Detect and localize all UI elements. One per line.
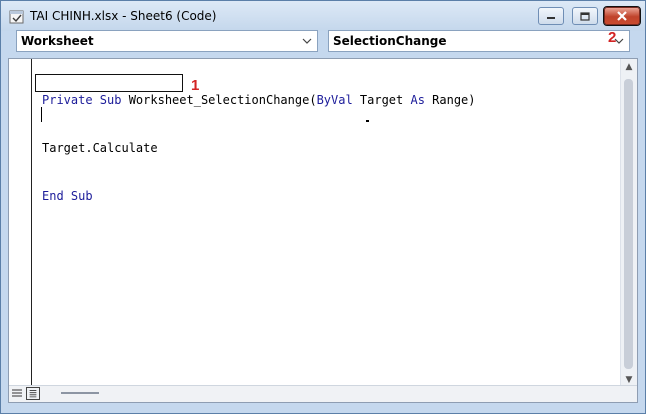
code-token: Target: [352, 93, 411, 107]
annotation-marker-1: 1: [191, 77, 200, 94]
object-dropdown[interactable]: Worksheet: [16, 30, 318, 52]
horizontal-scroll-thumb[interactable]: [61, 392, 99, 394]
scrollbar-corner: [620, 386, 637, 402]
procedure-dropdown-value: SelectionChange: [333, 34, 447, 48]
code-token: Target.Calculate: [42, 141, 158, 155]
code-editor[interactable]: Private Sub Worksheet_SelectionChange(By…: [8, 58, 638, 403]
margin-indicator-bar: [31, 59, 32, 388]
title-bar[interactable]: TAI CHINH.xlsx - Sheet6 (Code): [1, 1, 645, 31]
vertical-scroll-thumb[interactable]: [624, 79, 633, 369]
code-line-2[interactable]: Target.Calculate: [42, 140, 476, 156]
keyword: ByVal: [316, 93, 353, 107]
object-dropdown-value: Worksheet: [21, 34, 94, 48]
chevron-down-icon[interactable]: [301, 34, 313, 48]
annotation-marker-2: 2: [608, 29, 617, 46]
vertical-scrollbar[interactable]: ▲ ▼: [620, 59, 637, 388]
scroll-down-arrow-icon[interactable]: ▼: [624, 375, 634, 385]
code-line-3[interactable]: End Sub: [42, 188, 476, 204]
vba-code-window: TAI CHINH.xlsx - Sheet6 (Code) Worksheet…: [0, 0, 646, 414]
code-token: Range): [424, 93, 476, 107]
code-token: Worksheet_SelectionChange(: [121, 93, 317, 107]
keyword: End Sub: [42, 189, 93, 203]
vba-module-icon: [9, 10, 24, 24]
full-module-view-icon[interactable]: [26, 387, 40, 400]
maximize-icon: [580, 11, 590, 21]
mouse-pointer: [366, 120, 369, 122]
procedure-view-icon[interactable]: [10, 387, 24, 400]
procedure-dropdown[interactable]: SelectionChange: [328, 30, 630, 52]
maximize-button[interactable]: [572, 7, 598, 25]
code-line-1[interactable]: Private Sub Worksheet_SelectionChange(By…: [42, 92, 476, 108]
window-title: TAI CHINH.xlsx - Sheet6 (Code): [30, 9, 217, 23]
text-cursor: [41, 107, 42, 122]
minimize-icon: [547, 17, 555, 19]
keyword: Private Sub: [42, 93, 122, 107]
scroll-up-arrow-icon[interactable]: ▲: [624, 62, 634, 72]
keyword: As: [410, 93, 425, 107]
close-icon: [617, 11, 627, 21]
highlight-box-line-2: [35, 74, 183, 92]
editor-bottom-bar: [9, 385, 637, 402]
close-button[interactable]: [603, 6, 641, 26]
minimize-button[interactable]: [538, 7, 564, 25]
